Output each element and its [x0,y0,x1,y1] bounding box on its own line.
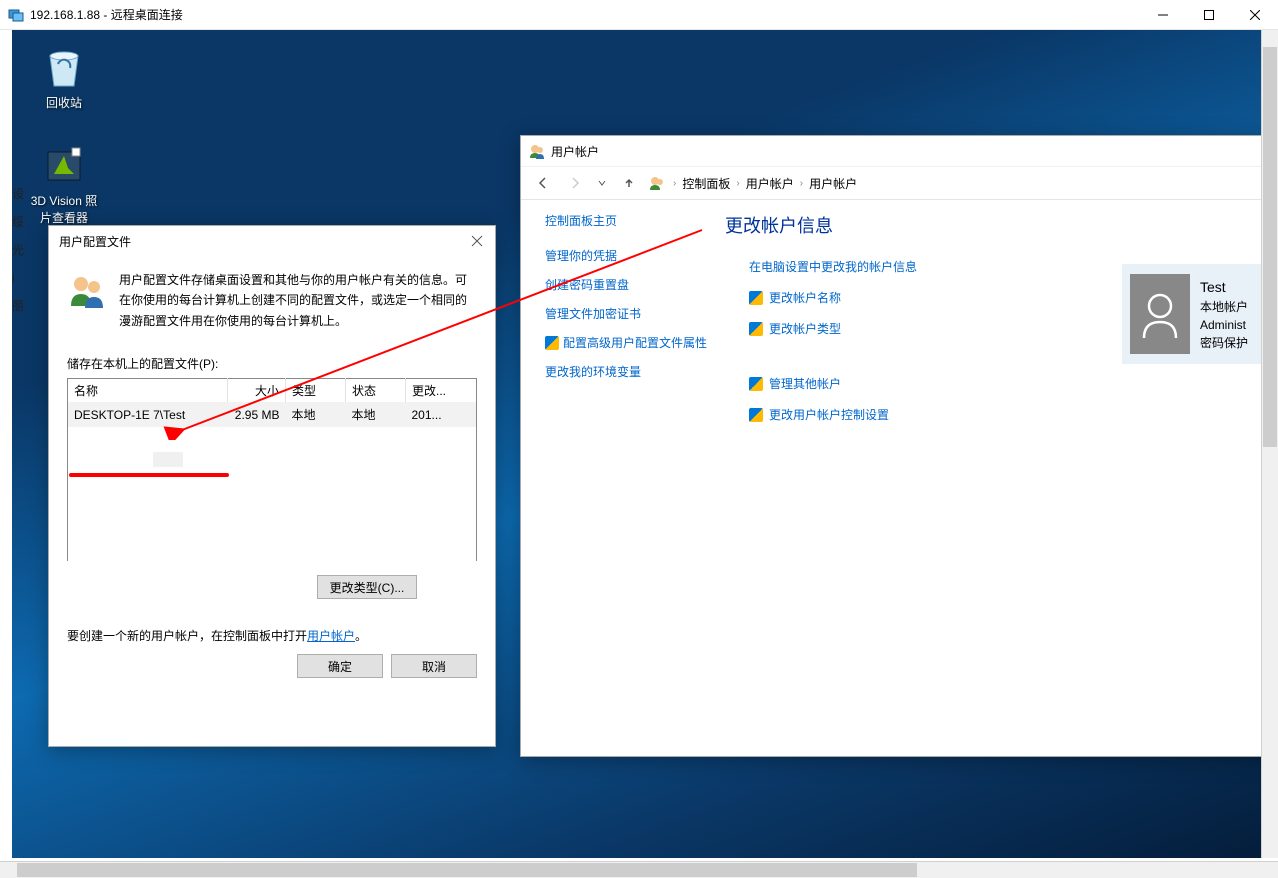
ok-button[interactable]: 确定 [297,654,383,678]
breadcrumb-seg[interactable]: 控制面板 [682,175,730,192]
user-type: 本地帐户 [1200,298,1248,316]
create-account-text: 要创建一个新的用户帐户，在控制面板中打开用户帐户。 [67,627,477,644]
user-accounts-link[interactable]: 用户帐户 [307,629,355,643]
dialog-intro: 用户配置文件存储桌面设置和其他与你的用户帐户有关的信息。可在你使用的每台计算机上… [119,270,477,331]
maximize-button[interactable] [1186,0,1232,30]
annotation-redaction [153,452,183,467]
user-card: Test 本地帐户 Administ 密码保护 [1122,264,1278,364]
main-link[interactable]: 更改用户帐户控制设置 [745,406,1278,423]
nav-recent-button[interactable] [595,171,609,195]
sidebar-item[interactable]: 创建密码重置盘 [545,276,725,293]
avatar [1130,274,1190,354]
cp-home-link[interactable]: 控制面板主页 [545,212,725,229]
profiles-list-label: 储存在本机上的配置文件(P): [67,355,477,372]
breadcrumb-seg[interactable]: 用户帐户 [746,175,794,192]
cp-sidebar: 控制面板主页 管理你的凭据 创建密码重置盘 管理文件加密证书 配置高级用户配置文… [545,212,725,756]
cp-titlebar[interactable]: 用户帐户 [521,136,1278,166]
change-type-button[interactable]: 更改类型(C)... [317,575,418,599]
rdp-titlebar: 192.168.1.88 - 远程桌面连接 [0,0,1278,30]
desktop-icon-3dvision[interactable]: 3D Vision 照片查看器 [26,142,102,226]
breadcrumb-seg[interactable]: 用户帐户 [809,175,857,192]
sidebar-item[interactable]: 管理文件加密证书 [545,305,725,322]
desktop-icon-label: 回收站 [26,94,102,111]
nav-back-button[interactable] [531,171,555,195]
user-accounts-window: 用户帐户 › 控制面板 › 用户帐户 › 用户帐户 控制面板主页 管理你的凭据 … [520,135,1278,757]
minimize-button[interactable] [1140,0,1186,30]
main-link[interactable]: 管理其他帐户 [745,375,1278,392]
user-profiles-dialog: 用户配置文件 用户配置文件存储桌面设置和其他与你的用户帐户有关的信息。可在你使用… [48,225,496,747]
user-pw: 密码保护 [1200,334,1248,352]
user-accounts-icon [649,175,665,191]
profiles-table[interactable]: 名称 大小 类型 状态 更改... DESKTOP-1E 7\Test 2.95… [67,378,477,561]
breadcrumb: › 控制面板 › 用户帐户 › 用户帐户 [673,175,857,192]
cancel-button[interactable]: 取消 [391,654,477,678]
annotation-underline [69,473,229,477]
cp-heading: 更改帐户信息 [725,212,1278,238]
3dvision-icon [40,142,88,190]
cp-title: 用户帐户 [551,143,599,160]
chevron-right-icon: › [673,178,676,189]
close-button[interactable] [1232,0,1278,30]
sidebar-item[interactable]: 管理你的凭据 [545,247,725,264]
user-role: Administ [1200,316,1248,334]
rdp-title: 192.168.1.88 - 远程桌面连接 [30,6,1140,23]
remote-vscrollbar[interactable] [1261,30,1278,858]
col-size[interactable]: 大小 [228,379,286,403]
nav-forward-button[interactable] [563,171,587,195]
col-state[interactable]: 状态 [346,379,406,403]
edge-strip: 设绥光i丽 [12,180,24,320]
dialog-titlebar[interactable]: 用户配置文件 [49,226,495,256]
remote-desktop: 回收站 3D Vision 照片查看器 设绥光i丽 用户配置文件 用户配置文件存… [12,30,1278,858]
chevron-right-icon: › [736,178,739,189]
chevron-right-icon: › [800,178,803,189]
outer-hscrollbar[interactable] [0,861,1278,878]
table-row[interactable]: DESKTOP-1E 7\Test 2.95 MB 本地 本地 201... [68,402,477,427]
dialog-title: 用户配置文件 [59,233,463,250]
cp-navbar: › 控制面板 › 用户帐户 › 用户帐户 [521,166,1278,200]
col-type[interactable]: 类型 [286,379,346,403]
sidebar-item[interactable]: 更改我的环境变量 [545,363,725,380]
users-icon [67,270,107,310]
col-changed[interactable]: 更改... [406,379,477,403]
user-name: Test [1200,277,1248,298]
col-name[interactable]: 名称 [68,379,228,403]
desktop-icon-recycle[interactable]: 回收站 [26,44,102,111]
dialog-close-button[interactable] [463,230,491,252]
nav-up-button[interactable] [617,171,641,195]
rdp-icon [8,7,24,23]
sidebar-item-advanced-profiles[interactable]: 配置高级用户配置文件属性 [563,334,725,351]
recycle-bin-icon [40,44,88,92]
desktop-icon-label: 3D Vision 照片查看器 [26,192,102,226]
user-accounts-icon [529,143,545,159]
